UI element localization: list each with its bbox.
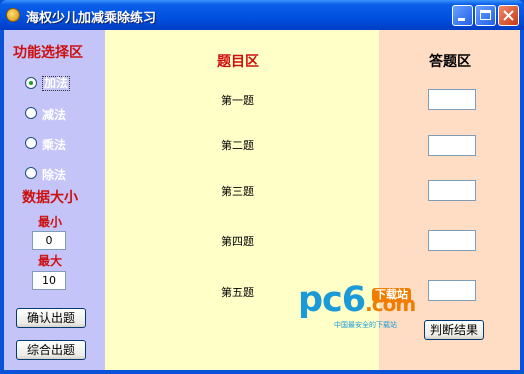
watermark-logo: pc6.com — [298, 280, 416, 324]
confirm-question-button[interactable]: 确认出题 — [16, 308, 86, 328]
radio-multiply-indicator[interactable] — [25, 137, 37, 149]
answer-5-input[interactable] — [428, 280, 476, 301]
question-4-label: 第四题 — [221, 235, 254, 248]
answer-3-input[interactable] — [428, 180, 476, 201]
app-window: 海权少儿加减乘除练习 功能选择区 加法 减法 乘法 除法 数据大小 最小 0 最… — [0, 0, 524, 374]
radio-subtract-label: 减法 — [42, 108, 67, 122]
data-size-heading: 数据大小 — [22, 190, 78, 206]
radio-divide-indicator[interactable] — [25, 167, 37, 179]
question-2-label: 第二题 — [221, 139, 254, 152]
answer-2-input[interactable] — [428, 135, 476, 156]
judge-result-button[interactable]: 判断结果 — [424, 320, 484, 340]
maximize-icon — [480, 10, 491, 20]
minimize-button[interactable] — [452, 5, 473, 26]
max-label: 最大 — [38, 254, 63, 268]
close-button[interactable] — [498, 5, 519, 26]
answer-1-input[interactable] — [428, 89, 476, 110]
maximize-button[interactable] — [475, 5, 496, 26]
question-1-label: 第一题 — [221, 94, 254, 107]
watermark-logo-main: pc6 — [298, 280, 366, 320]
app-icon[interactable] — [6, 8, 20, 22]
question-3-label: 第三题 — [221, 185, 254, 198]
client-area: 功能选择区 加法 减法 乘法 除法 数据大小 最小 0 最大 10 确认出题 综… — [4, 30, 520, 370]
watermark-slogan: 中国最安全的下载站 — [334, 321, 397, 329]
answer-4-input[interactable] — [428, 230, 476, 251]
radio-add-indicator[interactable] — [25, 77, 37, 89]
radio-subtract-indicator[interactable] — [25, 107, 37, 119]
max-input[interactable]: 10 — [32, 271, 66, 290]
mixed-question-button[interactable]: 综合出题 — [16, 340, 86, 360]
question-5-label: 第五题 — [221, 286, 254, 299]
watermark-tag: 下载站 — [372, 288, 411, 302]
radio-multiply-label: 乘法 — [42, 138, 67, 152]
radio-divide-label: 除法 — [42, 168, 67, 182]
title-bar[interactable]: 海权少儿加减乘除练习 — [0, 0, 524, 30]
close-icon — [503, 10, 514, 21]
min-input[interactable]: 0 — [32, 231, 66, 250]
function-panel: 功能选择区 加法 减法 乘法 除法 数据大小 最小 0 最大 10 确认出题 综… — [4, 30, 105, 370]
min-label: 最小 — [38, 215, 63, 229]
answer-heading: 答题区 — [429, 54, 471, 70]
question-heading: 题目区 — [217, 54, 259, 70]
radio-add-label: 加法 — [42, 76, 71, 91]
function-heading: 功能选择区 — [13, 45, 83, 61]
minimize-icon — [458, 18, 465, 21]
window-title: 海权少儿加减乘除练习 — [26, 11, 157, 26]
